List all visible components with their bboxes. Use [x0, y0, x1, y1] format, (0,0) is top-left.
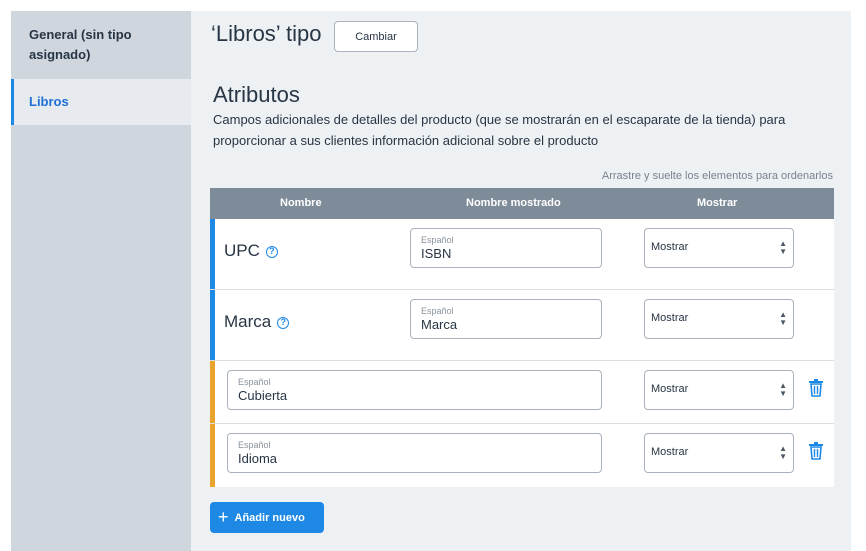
table-row[interactable]: UPC? Español ISBN Mostrar ▲ ▼: [210, 219, 834, 290]
display-name-value: ISBN: [421, 246, 452, 261]
add-new-button[interactable]: + Añadir nuevo: [210, 502, 324, 533]
drag-handle[interactable]: [210, 219, 215, 289]
attribute-value-input[interactable]: Español Idioma: [227, 433, 602, 473]
plus-icon: +: [218, 507, 229, 527]
show-select[interactable]: Mostrar ▲ ▼: [644, 299, 794, 339]
attribute-name: Marca?: [224, 312, 290, 332]
select-arrows-icon: ▲ ▼: [779, 381, 787, 398]
main-panel: ‘Libros’ tipo Cambiar Atributos Campos a…: [191, 11, 851, 551]
select-arrows-icon: ▲ ▼: [779, 239, 787, 256]
show-select[interactable]: Mostrar ▲ ▼: [644, 370, 794, 410]
attribute-name: UPC?: [224, 241, 278, 261]
select-arrows-icon: ▲ ▼: [779, 310, 787, 327]
table-row[interactable]: Marca? Español Marca Mostrar ▲ ▼: [210, 290, 834, 361]
attribute-name-text: UPC: [224, 241, 260, 260]
language-label: Español: [238, 440, 271, 450]
add-new-label: Añadir nuevo: [234, 512, 305, 524]
attributes-description: Campos adicionales de detalles del produ…: [213, 112, 786, 148]
show-select[interactable]: Mostrar ▲ ▼: [644, 228, 794, 268]
attribute-value: Cubierta: [238, 388, 288, 403]
attribute-name-text: Marca: [224, 312, 272, 331]
sidebar-item-libros[interactable]: Libros: [11, 79, 191, 125]
select-arrows-icon: ▲ ▼: [779, 444, 787, 461]
attribute-value: Idioma: [238, 451, 278, 466]
drag-handle[interactable]: [210, 424, 215, 487]
drag-hint: Arrastre y suelte los elementos para ord…: [601, 170, 833, 182]
display-name-value: Marca: [421, 317, 458, 332]
language-label: Español: [421, 235, 454, 245]
display-name-input[interactable]: Español Marca: [410, 299, 602, 339]
column-header-name: Nombre: [280, 197, 322, 209]
drag-handle[interactable]: [210, 290, 215, 360]
language-label: Español: [238, 377, 271, 387]
table-row[interactable]: Español Idioma Mostrar ▲ ▼: [210, 424, 834, 487]
language-label: Español: [421, 306, 454, 316]
sidebar: General (sin tipo asignado) Libros: [11, 11, 191, 551]
column-header-display-name: Nombre mostrado: [466, 197, 561, 209]
product-type-title: ‘Libros’ tipo: [211, 21, 322, 46]
column-header-show: Mostrar: [697, 197, 738, 209]
sidebar-item-general[interactable]: General (sin tipo asignado): [11, 11, 191, 79]
show-select[interactable]: Mostrar ▲ ▼: [644, 433, 794, 473]
attribute-value-input[interactable]: Español Cubierta: [227, 370, 602, 410]
table-header: Nombre Nombre mostrado Mostrar: [210, 188, 834, 219]
attributes-title: Atributos: [213, 82, 300, 107]
change-type-button[interactable]: Cambiar: [334, 21, 418, 52]
show-select-value: Mostrar: [651, 383, 689, 395]
drag-handle[interactable]: [210, 361, 215, 423]
trash-icon[interactable]: [808, 442, 824, 460]
table-row[interactable]: Español Cubierta Mostrar ▲ ▼: [210, 361, 834, 424]
help-icon[interactable]: ?: [265, 246, 278, 258]
show-select-value: Mostrar: [651, 446, 689, 458]
trash-icon[interactable]: [808, 379, 824, 397]
help-icon[interactable]: ?: [277, 317, 290, 329]
attributes-table: Nombre Nombre mostrado Mostrar UPC? Espa…: [210, 188, 834, 487]
show-select-value: Mostrar: [651, 241, 689, 253]
show-select-value: Mostrar: [651, 312, 689, 324]
display-name-input[interactable]: Español ISBN: [410, 228, 602, 268]
